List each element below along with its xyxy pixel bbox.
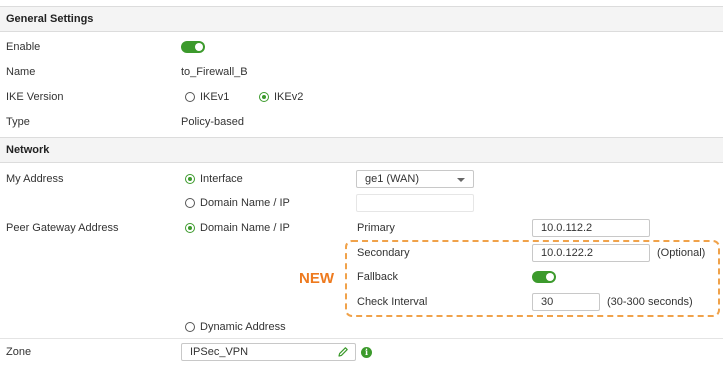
toggle-knob <box>195 43 203 51</box>
radio-my-address-interface[interactable]: Interface <box>185 173 243 185</box>
radio-ikev1[interactable]: IKEv1 <box>185 91 229 103</box>
info-icon[interactable]: i <box>361 347 372 358</box>
ike-version-label: IKE Version <box>6 91 64 103</box>
fallback-label: Fallback <box>357 271 398 283</box>
type-label: Type <box>6 116 30 128</box>
radio-dynamic-indicator <box>185 322 195 332</box>
secondary-input[interactable]: 10.0.122.2 <box>532 244 650 262</box>
secondary-hint: (Optional) <box>657 247 706 259</box>
radio-peer-domain[interactable]: Domain Name / IP <box>185 222 290 234</box>
radio-peer-domain-label: Domain Name / IP <box>200 222 290 234</box>
radio-ikev1-indicator <box>185 92 195 102</box>
name-label: Name <box>6 66 36 78</box>
row-divider <box>0 338 723 339</box>
radio-ikev2[interactable]: IKEv2 <box>259 91 303 103</box>
radio-domain-label: Domain Name / IP <box>200 197 290 209</box>
toggle-knob <box>546 273 554 281</box>
section-header-network: Network <box>0 137 723 163</box>
peer-gateway-label: Peer Gateway Address <box>6 222 119 234</box>
check-interval-label: Check Interval <box>357 296 428 308</box>
interface-select-value: ge1 (WAN) <box>365 173 419 185</box>
radio-dynamic-label: Dynamic Address <box>200 321 286 333</box>
new-tag: NEW <box>299 270 334 287</box>
interface-select[interactable]: ge1 (WAN) <box>356 170 474 188</box>
pencil-icon[interactable] <box>337 346 349 358</box>
radio-peer-dynamic[interactable]: Dynamic Address <box>185 321 286 333</box>
zone-value: IPSec_VPN <box>190 346 249 358</box>
check-interval-input[interactable]: 30 <box>532 293 600 311</box>
section-header-general: General Settings <box>0 6 723 32</box>
radio-interface-label: Interface <box>200 173 243 185</box>
zone-input[interactable]: IPSec_VPN <box>181 343 356 361</box>
primary-label: Primary <box>357 222 395 234</box>
chevron-down-icon <box>457 178 465 182</box>
radio-peer-domain-indicator <box>185 223 195 233</box>
enable-label: Enable <box>6 41 41 53</box>
fallback-toggle[interactable] <box>532 271 556 283</box>
secondary-label: Secondary <box>357 247 410 259</box>
name-value: to_Firewall_B <box>181 66 248 78</box>
type-value: Policy-based <box>181 116 244 128</box>
zone-label: Zone <box>6 346 32 358</box>
radio-ikev2-indicator <box>259 92 269 102</box>
radio-domain-indicator <box>185 198 195 208</box>
radio-my-address-domain[interactable]: Domain Name / IP <box>185 197 290 209</box>
primary-input[interactable]: 10.0.112.2 <box>532 219 650 237</box>
my-address-label: My Address <box>6 173 64 185</box>
radio-ikev1-label: IKEv1 <box>200 91 230 103</box>
radio-ikev2-label: IKEv2 <box>274 91 304 103</box>
check-interval-hint: (30-300 seconds) <box>607 296 693 308</box>
enable-toggle[interactable] <box>181 41 205 53</box>
radio-interface-indicator <box>185 174 195 184</box>
my-address-domain-input[interactable] <box>356 194 474 212</box>
